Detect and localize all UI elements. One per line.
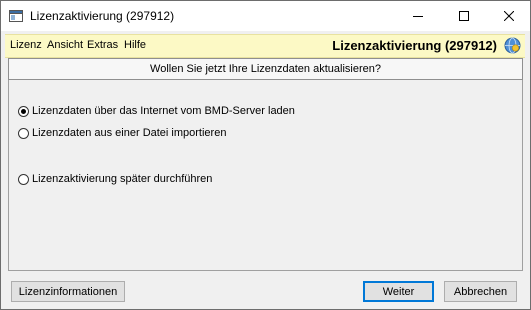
- dialog-window: Lizenzaktivierung (297912) Lizenz Ansich…: [0, 0, 531, 310]
- title-bar[interactable]: Lizenzaktivierung (297912): [1, 1, 530, 31]
- menu-bar: Lizenz Ansicht Extras Hilfe Lizenzaktivi…: [5, 34, 525, 58]
- radio-internet[interactable]: [18, 105, 29, 117]
- option-file-import[interactable]: Lizenzdaten aus einer Datei importieren: [18, 127, 226, 139]
- close-icon: [503, 11, 514, 21]
- close-button[interactable]: [486, 1, 530, 31]
- footer-divider: [8, 270, 523, 271]
- next-button[interactable]: Weiter: [363, 281, 434, 302]
- option-internet-label: Lizenzdaten über das Internet vom BMD-Se…: [32, 105, 295, 117]
- maximize-button[interactable]: [441, 1, 486, 31]
- header-title: Lizenzaktivierung (297912): [332, 38, 497, 53]
- option-later[interactable]: Lizenzaktivierung später durchführen: [18, 173, 212, 185]
- menu-item-hilfe[interactable]: Hilfe: [124, 39, 146, 51]
- license-info-button[interactable]: Lizenzinformationen: [11, 281, 125, 302]
- cancel-button[interactable]: Abbrechen: [444, 281, 517, 302]
- maximize-icon: [458, 11, 469, 21]
- window-title: Lizenzaktivierung (297912): [30, 9, 175, 23]
- radio-later[interactable]: [18, 173, 29, 185]
- radio-file-import[interactable]: [18, 127, 29, 139]
- app-window-icon: [9, 9, 23, 23]
- question-banner: Wollen Sie jetzt Ihre Lizenzdaten aktual…: [8, 58, 523, 80]
- help-globe-icon[interactable]: [504, 37, 521, 54]
- options-panel: Lizenzdaten über das Internet vom BMD-Se…: [8, 80, 523, 270]
- option-internet[interactable]: Lizenzdaten über das Internet vom BMD-Se…: [18, 105, 295, 117]
- minimize-button[interactable]: [395, 1, 440, 31]
- menu-item-lizenz[interactable]: Lizenz: [10, 39, 42, 51]
- menu-item-extras[interactable]: Extras: [87, 39, 118, 51]
- option-later-label: Lizenzaktivierung später durchführen: [32, 173, 213, 185]
- menu-item-ansicht[interactable]: Ansicht: [47, 39, 83, 51]
- minimize-icon: [412, 16, 423, 17]
- option-file-import-label: Lizenzdaten aus einer Datei importieren: [32, 127, 227, 139]
